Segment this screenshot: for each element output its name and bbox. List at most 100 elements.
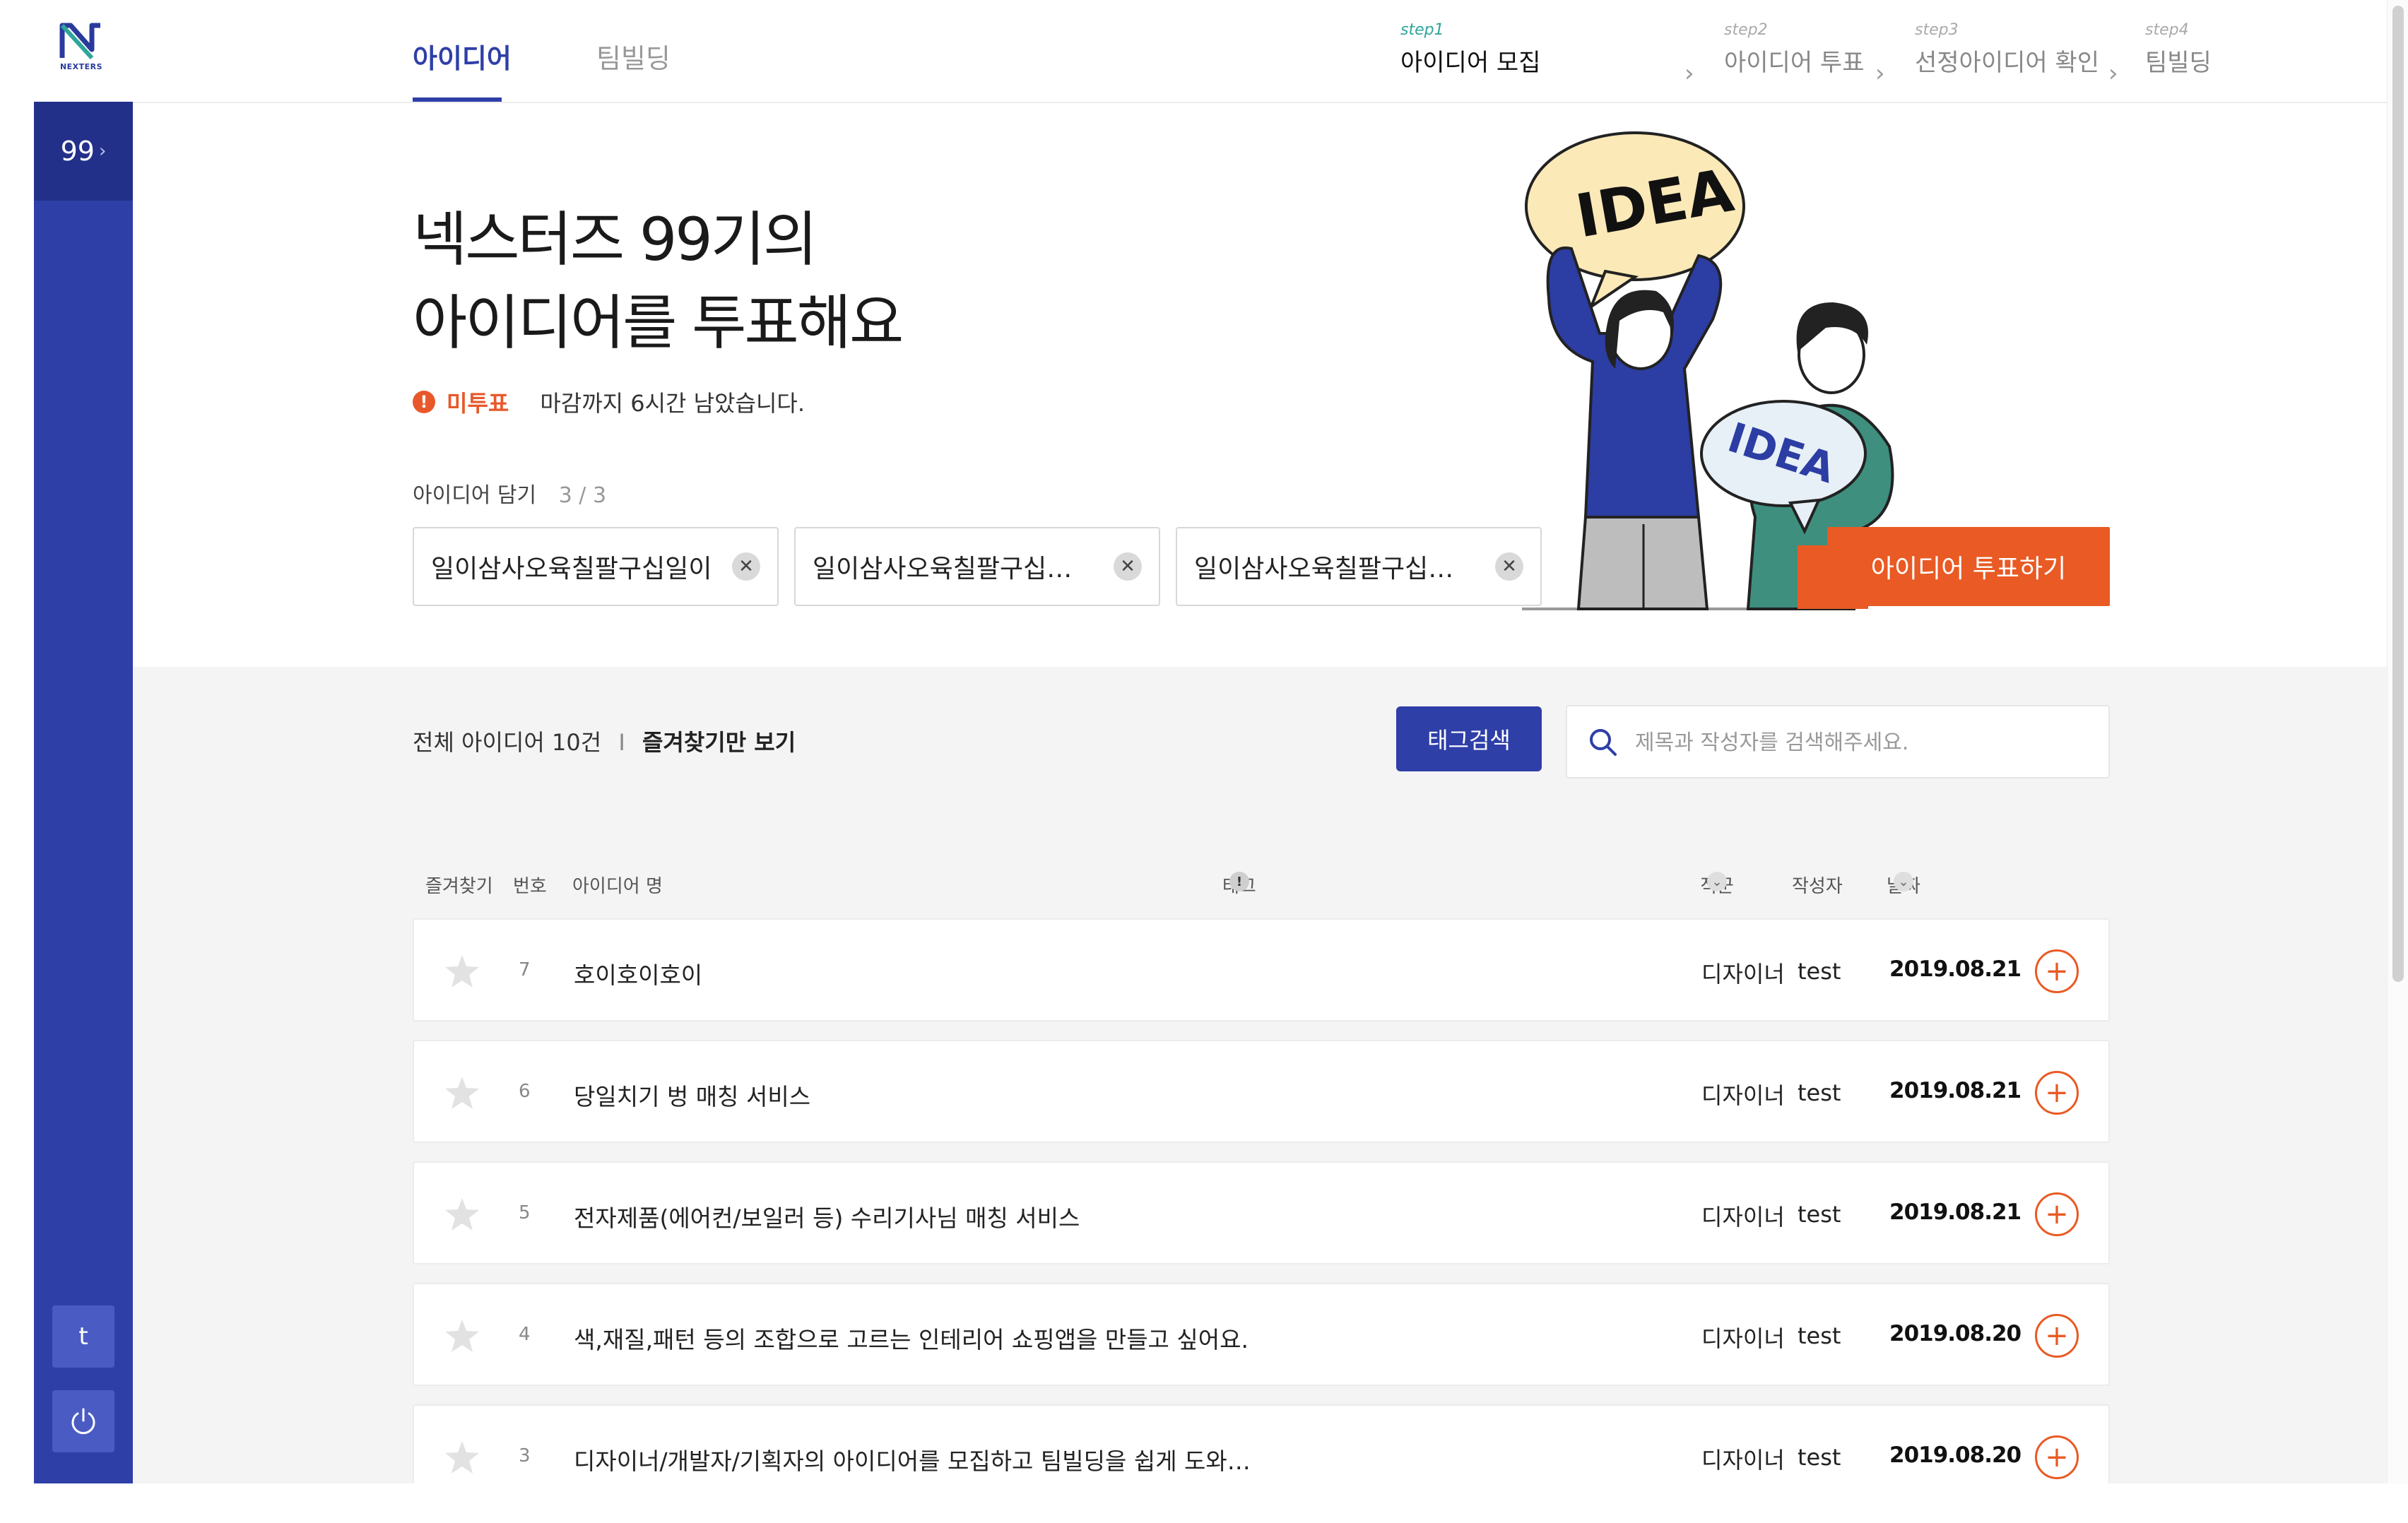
star-icon[interactable] xyxy=(444,1440,480,1475)
picked-idea-chip: 일이삼사오육칠팔구십… ✕ xyxy=(794,527,1160,606)
chevron-right-icon: › xyxy=(2108,59,2118,88)
sidebar: 99 › t xyxy=(34,102,133,1483)
table-header: 즐겨찾기 번호 아이디어 명 태그! 직군⌄ 작성자 날짜⌄ xyxy=(413,872,2110,900)
row-date: 2019.08.20 xyxy=(1889,1442,2022,1468)
info-icon[interactable]: ! xyxy=(1229,872,1249,891)
add-to-bag-button[interactable]: + xyxy=(2035,1314,2079,1358)
table-row[interactable]: 5 전자제품(에어컨/보일러 등) 수리기사님 매칭 서비스 디자이너 test… xyxy=(413,1161,2110,1264)
user-profile-button[interactable]: t xyxy=(52,1305,114,1368)
column-favorite: 즐겨찾기 xyxy=(425,876,493,897)
row-date: 2019.08.21 xyxy=(1889,1199,2022,1225)
step-name: 팀빌딩 xyxy=(2145,49,2212,77)
close-icon[interactable]: ✕ xyxy=(1495,552,1523,581)
user-initial: t xyxy=(78,1322,88,1351)
column-author: 작성자 xyxy=(1792,876,1843,897)
close-icon[interactable]: ✕ xyxy=(1114,552,1142,581)
idea-list-section: 전체 아이디어 10건 I 즐겨찾기만 보기 태그검색 즐겨찾기 번호 아이디어… xyxy=(133,667,2387,1523)
row-number: 7 xyxy=(519,959,531,980)
row-title[interactable]: 호이호이호이 xyxy=(574,956,702,990)
step-1: step1 아이디어 모집 xyxy=(1400,21,1541,78)
chevron-right-icon: › xyxy=(98,141,107,162)
star-icon[interactable] xyxy=(444,1197,480,1232)
divider: I xyxy=(618,729,625,756)
power-icon xyxy=(71,1408,95,1435)
row-role: 디자이너 xyxy=(1701,1082,1785,1109)
column-title: 아이디어 명 xyxy=(572,876,663,897)
star-icon[interactable] xyxy=(444,1318,480,1353)
row-author: test xyxy=(1798,1444,1841,1471)
add-to-bag-button[interactable]: + xyxy=(2035,1192,2079,1236)
table-row[interactable]: 7 호이호이호이 디자이너 test 2019.08.21 + xyxy=(413,918,2110,1021)
favorites-only-toggle[interactable]: 즐겨찾기만 보기 xyxy=(642,729,796,756)
picked-idea-title: 일이삼사오육칠팔구십… xyxy=(813,555,1073,583)
search-icon xyxy=(1590,729,1617,756)
row-role: 디자이너 xyxy=(1701,1447,1785,1474)
step-number: step2 xyxy=(1724,21,1768,39)
vote-status: ! 미투표 마감까지 6시간 남았습니다. xyxy=(413,386,805,418)
step-number: step1 xyxy=(1400,21,1444,39)
row-title[interactable]: 당일치기 벙 매칭 서비스 xyxy=(574,1078,810,1112)
nexters-logo[interactable]: NEXTERS xyxy=(51,21,112,75)
search-box xyxy=(1566,705,2110,778)
row-role: 디자이너 xyxy=(1701,961,1785,988)
table-row[interactable]: 4 색,재질,패턴 등의 조합으로 고르는 인테리어 쇼핑앱을 만들고 싶어요.… xyxy=(413,1283,2110,1386)
deadline-text: 마감까지 6시간 남았습니다. xyxy=(540,390,805,417)
row-author: test xyxy=(1798,1322,1841,1349)
step-number: step4 xyxy=(2145,21,2189,39)
chevron-right-icon: › xyxy=(1684,59,1694,88)
tag-search-button[interactable]: 태그검색 xyxy=(1396,706,1542,771)
vertical-scrollbar[interactable] xyxy=(2387,0,2408,1483)
step-name: 아이디어 투표 xyxy=(1724,49,1865,77)
close-icon[interactable]: ✕ xyxy=(732,552,760,581)
star-icon[interactable] xyxy=(444,954,480,989)
logout-button[interactable] xyxy=(52,1390,114,1452)
row-date: 2019.08.20 xyxy=(1889,1321,2022,1346)
idea-bag-label: 아이디어 담기 3 / 3 xyxy=(413,478,606,509)
row-author: test xyxy=(1798,1201,1841,1228)
nexters-logo-mark xyxy=(59,23,100,60)
add-to-bag-button[interactable]: + xyxy=(2035,1071,2079,1115)
row-number: 6 xyxy=(519,1081,531,1102)
vote-ideas-button[interactable]: 아이디어 투표하기 xyxy=(1827,527,2110,606)
step-4: step4 팀빌딩 xyxy=(2145,21,2212,78)
idea-bag-count: 3 / 3 xyxy=(558,483,607,508)
chevron-down-icon: ⌄ xyxy=(1707,872,1727,891)
row-number: 3 xyxy=(519,1445,531,1466)
vote-hero: 넥스터즈 99기의 아이디어를 투표해요 ! 미투표 마감까지 6시간 남았습니… xyxy=(133,103,2387,667)
table-row[interactable]: 6 당일치기 벙 매칭 서비스 디자이너 test 2019.08.21 + xyxy=(413,1040,2110,1143)
idea-bag-title: 아이디어 담기 xyxy=(413,483,537,508)
status-badge: 미투표 xyxy=(447,390,509,417)
step-name: 아이디어 모집 xyxy=(1400,49,1541,77)
add-to-bag-button[interactable]: + xyxy=(2035,949,2079,993)
column-number: 번호 xyxy=(513,876,547,897)
star-icon[interactable] xyxy=(444,1075,480,1110)
row-title[interactable]: 색,재질,패턴 등의 조합으로 고르는 인테리어 쇼핑앱을 만들고 싶어요. xyxy=(574,1321,1249,1355)
warning-icon: ! xyxy=(413,391,435,413)
title-line-1: 넥스터즈 99기의 xyxy=(413,205,818,274)
chevron-right-icon: › xyxy=(1875,59,1885,88)
list-summary: 전체 아이디어 10건 I 즐겨찾기만 보기 xyxy=(413,725,796,757)
add-to-bag-button[interactable]: + xyxy=(2035,1435,2079,1479)
row-title[interactable]: 전자제품(에어컨/보일러 등) 수리기사님 매칭 서비스 xyxy=(574,1199,1080,1233)
picked-idea-chip: 일이삼사오육칠팔구십… ✕ xyxy=(1176,527,1542,606)
picked-idea-chip: 일이삼사오육칠팔구십일이 ✕ xyxy=(413,527,779,606)
row-role: 디자이너 xyxy=(1701,1325,1785,1352)
row-author: test xyxy=(1798,958,1841,985)
step-2: step2 아이디어 투표 xyxy=(1724,21,1865,78)
generation-number: 99 xyxy=(60,136,95,167)
tab-idea[interactable]: 아이디어 xyxy=(413,37,512,76)
logo-wordmark: NEXTERS xyxy=(59,62,103,71)
top-header: 아이디어 팀빌딩 step1 아이디어 모집 › step2 아이디어 투표 ›… xyxy=(133,0,2387,103)
search-input[interactable] xyxy=(1635,723,2087,762)
step-name: 선정아이디어 확인 xyxy=(1915,49,2100,77)
tab-team-building[interactable]: 팀빌딩 xyxy=(596,37,671,76)
title-line-2: 아이디어를 투표해요 xyxy=(413,288,904,357)
row-author: test xyxy=(1798,1079,1841,1106)
row-title[interactable]: 디자이너/개발자/기획자의 아이디어를 모집하고 팀빌딩을 쉽게 도와… xyxy=(574,1442,1251,1476)
step-number: step3 xyxy=(1915,21,1959,39)
step-3: step3 선정아이디어 확인 xyxy=(1915,21,2099,78)
row-number: 5 xyxy=(519,1202,531,1223)
page-title: 넥스터즈 99기의 아이디어를 투표해요 xyxy=(413,198,904,365)
scrollbar-thumb[interactable] xyxy=(2392,6,2404,982)
generation-selector[interactable]: 99 › xyxy=(34,102,133,201)
